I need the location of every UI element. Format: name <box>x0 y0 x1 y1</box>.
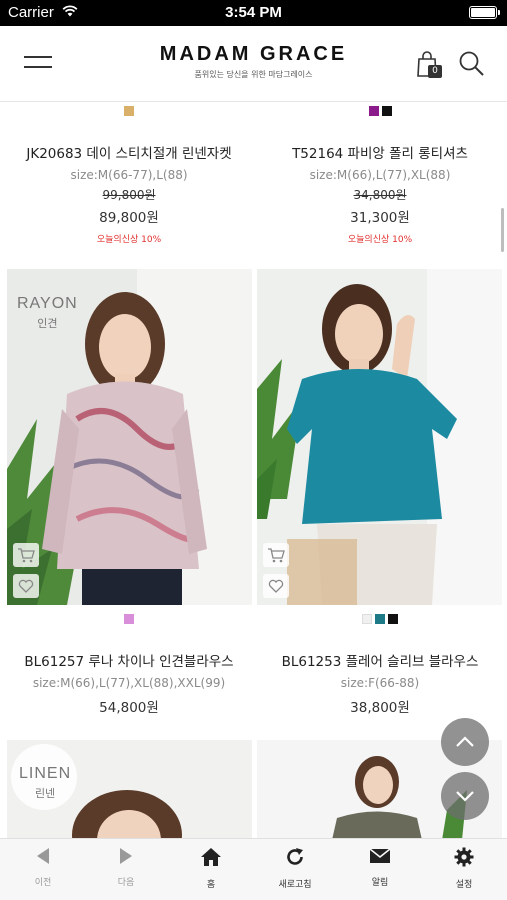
original-price: 99,800원 <box>102 188 156 202</box>
color-swatches <box>5 106 253 118</box>
app-header: MADAM GRACE 품위있는 당신을 위한 마담그레이스 0 <box>0 26 507 102</box>
battery-icon <box>469 6 500 19</box>
product-card[interactable]: JK20683 데이 스티치절개 린넨자켓 size:M(66-77),L(88… <box>5 106 253 245</box>
refresh-icon <box>287 848 303 865</box>
status-bar: Carrier 3:54 PM <box>0 0 507 26</box>
product-size: size:M(66),L(77),XL(88) <box>309 168 451 182</box>
heart-icon <box>18 579 34 593</box>
fabric-label: RAYON 인견 <box>17 295 78 331</box>
product-name[interactable]: BL61253 플레어 슬리브 블라우스 <box>256 650 504 670</box>
product-name[interactable]: BL61257 루나 차이나 인견블라우스 <box>5 650 253 670</box>
product-size: size:M(66-77),L(88) <box>70 168 188 182</box>
fabric-label: LINEN 린넨 <box>19 765 71 801</box>
nav-back-button[interactable]: 이전 <box>3 847 83 888</box>
fabric-name: LINEN <box>19 765 72 782</box>
chevron-down-icon <box>456 791 474 802</box>
product-card[interactable]: BL61253 플레어 슬리브 블라우스 size:F(66-88) 38,80… <box>256 614 504 716</box>
sale-price: 54,800원 <box>99 700 159 716</box>
color-swatches <box>5 614 253 626</box>
product-size: size:F(66-88) <box>340 676 420 690</box>
envelope-icon <box>369 848 391 863</box>
fabric-name-ko: 인견 <box>37 318 58 330</box>
promo-badge: 오늘의신상 10% <box>96 235 162 245</box>
heart-icon <box>268 579 284 593</box>
product-grid: JK20683 데이 스티치절개 린넨자켓 size:M(66-77),L(88… <box>0 102 507 838</box>
nav-label: 이전 <box>34 878 52 888</box>
nav-refresh-button[interactable]: 새로고침 <box>255 847 335 890</box>
bottom-navigation: 이전 다음 홈 새로고침 알림 설정 <box>0 838 507 900</box>
search-icon[interactable] <box>458 50 486 78</box>
product-name[interactable]: JK20683 데이 스티치절개 린넨자켓 <box>5 142 253 162</box>
product-card[interactable]: T52164 파비앙 폴리 롱티셔츠 size:M(66),L(77),XL(8… <box>256 106 504 245</box>
add-to-cart-button[interactable] <box>263 543 289 567</box>
nav-label: 다음 <box>117 878 135 888</box>
color-swatch[interactable] <box>368 106 379 116</box>
product-image[interactable] <box>257 269 502 605</box>
product-card[interactable]: BL61257 루나 차이나 인견블라우스 size:M(66),L(77),X… <box>5 614 253 716</box>
add-to-cart-button[interactable] <box>13 543 39 567</box>
nav-settings-button[interactable]: 설정 <box>424 847 504 890</box>
original-price: 34,800원 <box>353 188 407 202</box>
nav-label: 새로고침 <box>278 880 312 890</box>
triangle-right-icon <box>120 848 132 864</box>
cart-icon <box>268 548 285 563</box>
color-swatches <box>256 614 504 626</box>
sale-price: 89,800원 <box>99 210 159 226</box>
triangle-left-icon <box>37 848 49 864</box>
product-size: size:M(66),L(77),XL(88),XXL(99) <box>32 676 226 690</box>
sale-price: 31,300원 <box>350 210 410 226</box>
nav-label: 알림 <box>371 878 389 888</box>
color-swatch[interactable] <box>375 614 385 624</box>
cart-button[interactable]: 0 <box>416 50 444 80</box>
color-swatch[interactable] <box>124 106 134 116</box>
product-photo-teal <box>257 269 502 605</box>
nav-label: 설정 <box>455 880 473 890</box>
scroll-bottom-button[interactable] <box>441 772 489 820</box>
color-swatch[interactable] <box>388 614 398 624</box>
nav-home-button[interactable]: 홈 <box>171 847 251 890</box>
color-swatch[interactable] <box>124 614 134 624</box>
cart-count-badge: 0 <box>432 66 438 76</box>
fabric-name: RAYON <box>17 295 78 312</box>
clock: 3:54 PM <box>225 4 282 21</box>
nav-alarm-button[interactable]: 알림 <box>340 847 420 888</box>
wishlist-button[interactable] <box>13 574 39 598</box>
nav-forward-button[interactable]: 다음 <box>86 847 166 888</box>
chevron-up-icon <box>456 736 474 747</box>
color-swatch[interactable] <box>381 106 392 116</box>
product-image[interactable]: LINEN 린넨 <box>7 740 252 838</box>
fabric-name-ko: 린넨 <box>34 788 56 800</box>
nav-label: 홈 <box>206 880 216 890</box>
scroll-top-button[interactable] <box>441 718 489 766</box>
wishlist-button[interactable] <box>263 574 289 598</box>
home-icon <box>201 848 221 866</box>
color-swatches <box>256 106 504 118</box>
product-name[interactable]: T52164 파비앙 폴리 롱티셔츠 <box>256 142 504 162</box>
gear-icon <box>454 847 474 867</box>
scrollbar[interactable] <box>501 208 504 252</box>
product-image[interactable]: RAYON 인견 <box>7 269 252 605</box>
promo-badge: 오늘의신상 10% <box>347 235 413 245</box>
cart-icon <box>18 548 35 563</box>
sale-price: 38,800원 <box>350 700 410 716</box>
color-swatch[interactable] <box>362 614 372 624</box>
